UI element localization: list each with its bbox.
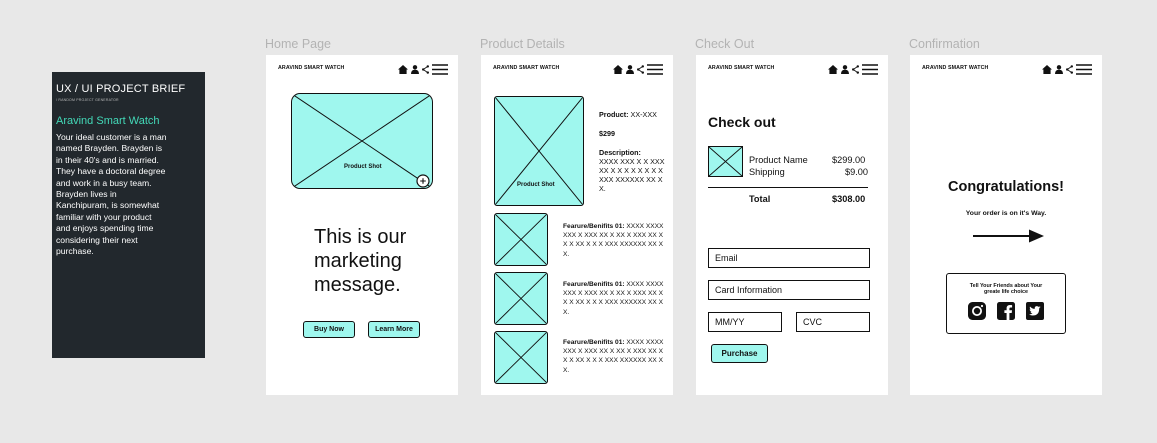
home-page-frame: ARAVIND SMART WATCH Product Shot This is…: [266, 55, 458, 395]
product-shot-placeholder: Product Shot: [291, 93, 433, 189]
total-divider: [708, 187, 868, 188]
frame-label-checkout: Check Out: [695, 37, 755, 51]
share-icon[interactable]: [637, 65, 644, 74]
brief-product-name: Aravind Smart Watch: [56, 115, 160, 127]
feature-label: Fearure/Benifits 01:: [563, 339, 625, 346]
cart-product-price: $299.00: [832, 155, 866, 165]
nav-icons: [398, 64, 448, 75]
menu-icon[interactable]: [862, 64, 878, 75]
nav-icons: [1042, 64, 1092, 75]
checkout-title: Check out: [708, 114, 776, 130]
user-icon[interactable]: [626, 65, 634, 74]
card-information-field[interactable]: Card Information: [708, 280, 870, 300]
total-value: $308.00: [832, 194, 866, 204]
share-icon[interactable]: [852, 65, 859, 74]
description-text: XXXX XXX X X XXX XX X X X X X X X X XXX …: [599, 157, 665, 193]
menu-icon[interactable]: [1076, 64, 1092, 75]
cart-item-thumbnail: [708, 146, 743, 177]
product-code: Product: XX-XXX: [599, 110, 667, 119]
user-icon[interactable]: [1055, 65, 1063, 74]
zoom-icon[interactable]: [416, 174, 430, 188]
product-shot-placeholder: Product Shot: [494, 96, 584, 206]
frame-label-confirmation: Confirmation: [909, 37, 980, 51]
home-icon[interactable]: [398, 65, 408, 74]
expiry-field[interactable]: MM/YY: [708, 312, 782, 332]
instagram-icon[interactable]: [968, 302, 986, 320]
frame-label-product: Product Details: [480, 37, 565, 51]
cart-product-name: Product Name: [749, 155, 808, 165]
product-shot-label: Product Shot: [344, 164, 382, 170]
feature-label: Fearure/Benifits 01:: [563, 281, 625, 288]
brief-subtitle: / RANDOM PROJECT GENERATOR: [56, 98, 119, 102]
feature-label: Fearure/Benifits 01:: [563, 223, 625, 230]
brand-logo[interactable]: ARAVIND SMART WATCH: [278, 65, 344, 71]
project-brief-panel: UX / UI PROJECT BRIEF / RANDOM PROJECT G…: [52, 72, 205, 358]
product-code-value: XX-XXX: [630, 110, 657, 119]
description-label: Description:: [599, 148, 641, 157]
feature-image-placeholder: [494, 213, 548, 266]
share-message: Tell Your Friends about Your greate life…: [969, 283, 1043, 296]
menu-icon[interactable]: [647, 64, 663, 75]
brief-description: Your ideal customer is a man named Brayd…: [56, 132, 167, 257]
twitter-icon[interactable]: [1026, 302, 1044, 320]
product-price-value: $299: [599, 129, 615, 138]
shipping-price: $9.00: [845, 167, 868, 177]
purchase-button[interactable]: Purchase: [711, 344, 768, 363]
shipping-label: Shipping: [749, 167, 785, 177]
frame-label-home: Home Page: [265, 37, 332, 51]
marketing-message: This is our marketing message.: [314, 226, 407, 296]
home-icon[interactable]: [828, 65, 838, 74]
cvc-field[interactable]: CVC: [796, 312, 870, 332]
confirmation-frame: ARAVIND SMART WATCH Congratulations! You…: [910, 55, 1102, 395]
email-field[interactable]: Email: [708, 248, 870, 268]
product-price: $299: [599, 129, 615, 138]
product-details-frame: ARAVIND SMART WATCH Product Shot Product…: [481, 55, 673, 395]
facebook-icon[interactable]: [997, 302, 1015, 320]
brand-logo[interactable]: ARAVIND SMART WATCH: [708, 65, 774, 71]
product-code-label: Product:: [599, 110, 629, 119]
feature-item: Fearure/Benifits 01: XXXX XXXX XXX X XXX…: [563, 280, 667, 317]
menu-icon[interactable]: [432, 64, 448, 75]
congratulations-heading: Congratulations!: [948, 179, 1064, 195]
arrow-right-icon: [973, 229, 1044, 243]
home-icon[interactable]: [613, 65, 623, 74]
feature-image-placeholder: [494, 272, 548, 325]
checkout-frame: ARAVIND SMART WATCH Check out Product Na…: [696, 55, 888, 395]
nav-icons: [828, 64, 878, 75]
share-icon[interactable]: [422, 65, 429, 74]
brand-logo[interactable]: ARAVIND SMART WATCH: [922, 65, 988, 71]
feature-image-placeholder: [494, 331, 548, 384]
product-description: Description: XXXX XXX X X XXX XX X X X X…: [599, 148, 665, 193]
feature-item: Fearure/Benifits 01: XXXX XXXX XXX X XXX…: [563, 222, 667, 259]
home-icon[interactable]: [1042, 65, 1052, 74]
share-icon[interactable]: [1066, 65, 1073, 74]
order-status-message: Your order is on it's Way.: [965, 210, 1047, 217]
total-label: Total: [749, 194, 771, 204]
user-icon[interactable]: [411, 65, 419, 74]
product-shot-label: Product Shot: [517, 182, 555, 188]
brief-title: UX / UI PROJECT BRIEF: [56, 83, 186, 95]
feature-item: Fearure/Benifits 01: XXXX XXXX XXX X XXX…: [563, 338, 667, 375]
learn-more-button[interactable]: Learn More: [368, 321, 420, 338]
share-box: Tell Your Friends about Your greate life…: [946, 273, 1066, 334]
user-icon[interactable]: [841, 65, 849, 74]
brand-logo[interactable]: ARAVIND SMART WATCH: [493, 65, 559, 71]
nav-icons: [613, 64, 663, 75]
buy-now-button[interactable]: Buy Now: [303, 321, 355, 338]
